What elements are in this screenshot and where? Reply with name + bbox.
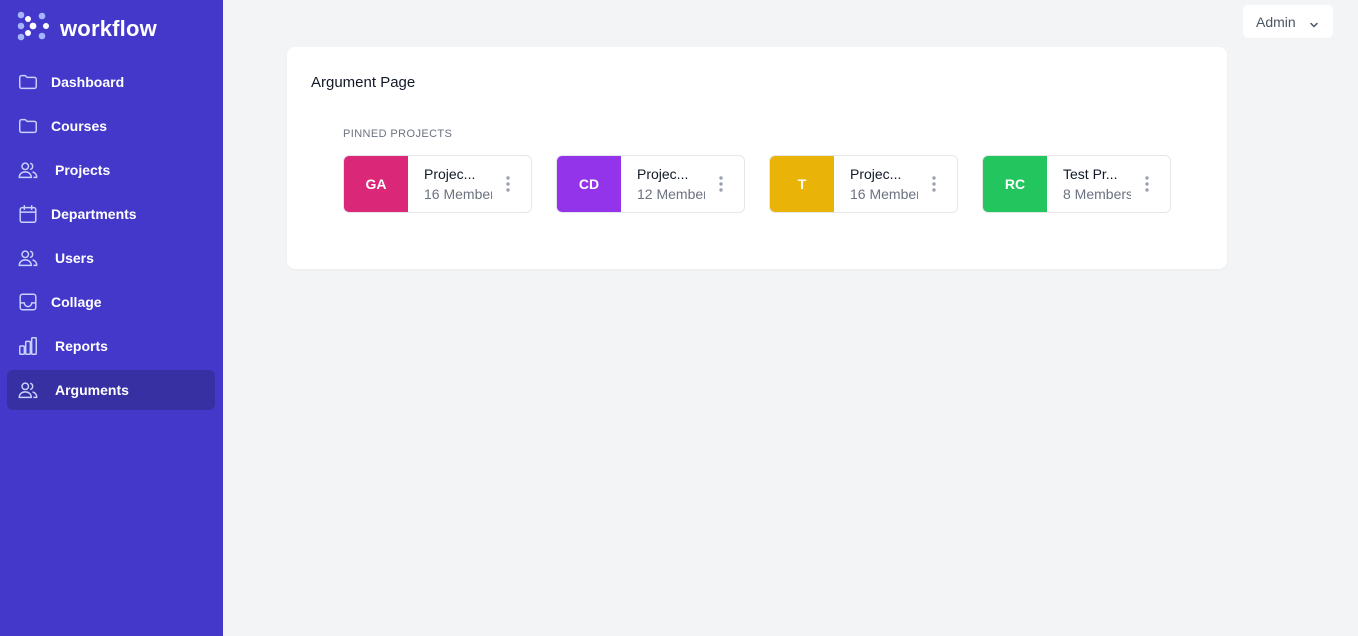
more-options-icon[interactable] xyxy=(715,174,727,194)
page-title: Argument Page xyxy=(311,74,416,91)
sidebar-item-arguments[interactable]: Arguments xyxy=(7,370,215,410)
more-options-icon[interactable] xyxy=(502,174,514,194)
sidebar-item-dashboard[interactable]: Dashboard xyxy=(7,62,215,102)
project-initials-badge: CD xyxy=(557,156,621,212)
sidebar-item-departments[interactable]: Departments xyxy=(7,194,215,234)
sidebar-item-label: Courses xyxy=(51,118,108,134)
project-name[interactable]: Projec... xyxy=(850,166,918,182)
chart-bar-icon xyxy=(17,335,39,357)
project-name[interactable]: Projec... xyxy=(637,166,705,182)
user-menu-label: Admin xyxy=(1256,14,1296,30)
users-icon xyxy=(17,159,39,181)
project-members: 16 Members xyxy=(424,186,492,202)
sidebar-item-label: Users xyxy=(55,250,94,266)
users-icon xyxy=(17,379,39,401)
sidebar-item-reports[interactable]: Reports xyxy=(7,326,215,366)
project-initials-badge: GA xyxy=(344,156,408,212)
sidebar-nav: Dashboard Courses Projects Departments U… xyxy=(7,62,215,414)
project-members: 8 Members xyxy=(1063,186,1131,202)
more-options-icon[interactable] xyxy=(1141,174,1153,194)
project-name[interactable]: Test Pr... xyxy=(1063,166,1131,182)
sidebar-item-courses[interactable]: Courses xyxy=(7,106,215,146)
sidebar-item-label: Arguments xyxy=(55,382,129,398)
folder-icon xyxy=(17,115,39,137)
workflow-logo-icon xyxy=(16,10,50,47)
brand-logo[interactable]: workflow xyxy=(16,10,157,47)
sidebar-item-label: Projects xyxy=(55,162,111,178)
sidebar-item-collage[interactable]: Collage xyxy=(7,282,215,322)
sidebar-item-label: Collage xyxy=(51,294,102,310)
calendar-icon xyxy=(17,203,39,225)
sidebar: workflow Dashboard Courses Projects Depa… xyxy=(0,0,223,636)
sidebar-item-label: Dashboard xyxy=(51,74,125,90)
pinned-project-card[interactable]: RC Test Pr... 8 Members xyxy=(982,155,1171,213)
project-members: 12 Members xyxy=(637,186,705,202)
project-initials-badge: RC xyxy=(983,156,1047,212)
chevron-down-icon xyxy=(1309,17,1319,28)
more-options-icon[interactable] xyxy=(928,174,940,194)
pinned-projects-heading: PINNED PROJECTS xyxy=(343,128,453,140)
project-initials-badge: T xyxy=(770,156,834,212)
sidebar-item-label: Reports xyxy=(55,338,108,354)
users-icon xyxy=(17,247,39,269)
inbox-icon xyxy=(17,291,39,313)
sidebar-item-projects[interactable]: Projects xyxy=(7,150,215,190)
project-name[interactable]: Projec... xyxy=(424,166,492,182)
main-card: Argument Page PINNED PROJECTS GA Projec.… xyxy=(287,47,1227,269)
pinned-project-card[interactable]: CD Projec... 12 Members xyxy=(556,155,745,213)
folder-icon xyxy=(17,71,39,93)
sidebar-item-users[interactable]: Users xyxy=(7,238,215,278)
sidebar-item-label: Departments xyxy=(51,206,137,222)
brand-name: workflow xyxy=(60,15,157,41)
pinned-project-card[interactable]: GA Projec... 16 Members xyxy=(343,155,532,213)
project-members: 16 Members xyxy=(850,186,918,202)
pinned-project-card[interactable]: T Projec... 16 Members xyxy=(769,155,958,213)
user-menu-button[interactable]: Admin xyxy=(1243,5,1333,38)
